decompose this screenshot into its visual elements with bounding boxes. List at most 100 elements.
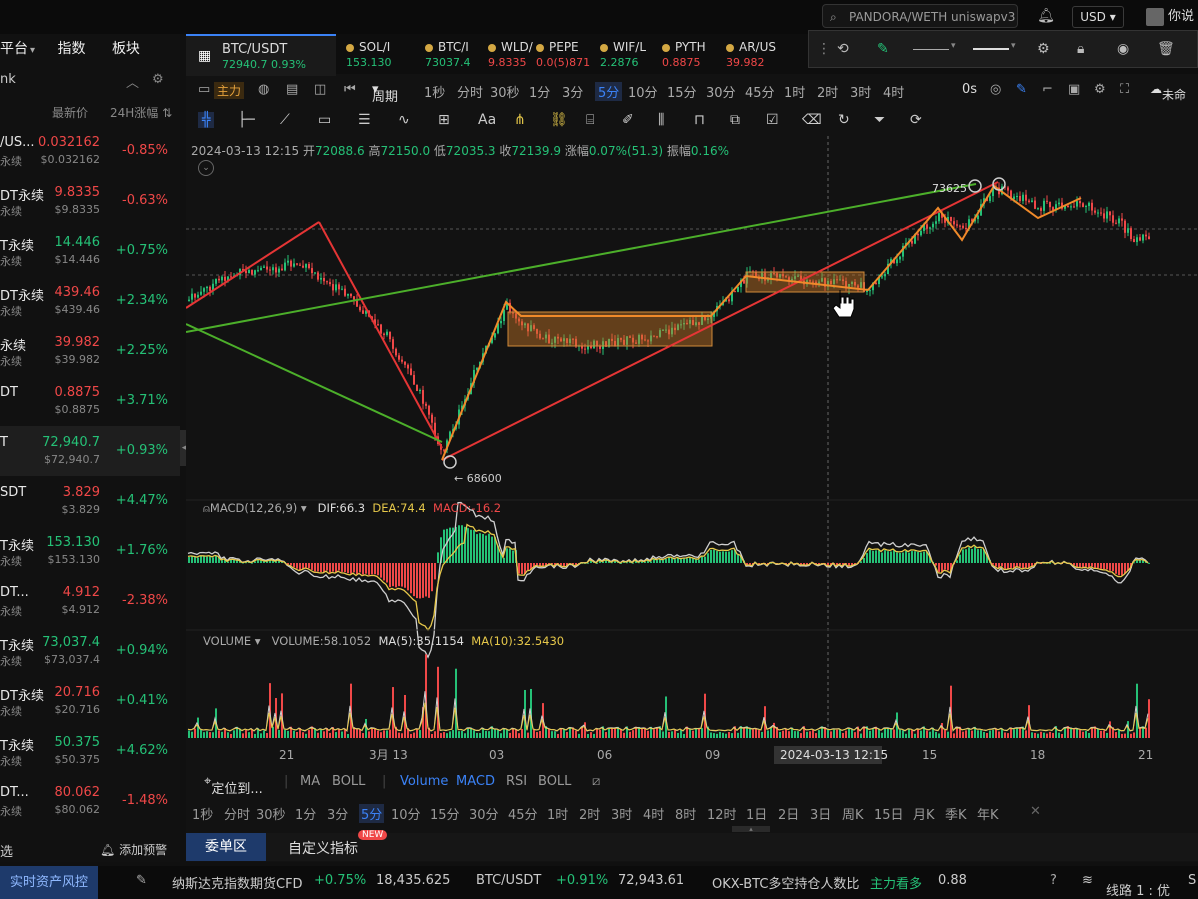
bottom-period-option[interactable]: 30秒 bbox=[256, 804, 286, 823]
market-row[interactable]: 永续 永续 39.982 $39.982 +2.25% bbox=[0, 326, 180, 376]
market-row[interactable]: SDT 3.829 $3.829 +4.47% bbox=[0, 476, 180, 526]
symbol-tab-sol[interactable]: SOL/I 153.130 bbox=[346, 34, 426, 74]
trend-line-tool-icon[interactable]: ⟋ bbox=[280, 112, 290, 128]
symbol-tab-wif[interactable]: WIF/L 2.2876 bbox=[600, 34, 660, 74]
symbol-tab-pyth[interactable]: PYTH 0.8875 bbox=[662, 34, 722, 74]
delete-drawings-icon[interactable]: ⌫ bbox=[802, 112, 822, 128]
currency-select[interactable]: USD ▾ bbox=[1072, 6, 1124, 28]
bottom-period-option[interactable]: 15分 bbox=[430, 804, 460, 823]
sync-icon[interactable]: ⟳ bbox=[910, 112, 922, 128]
wave-tool-icon[interactable]: ∿ bbox=[398, 112, 410, 128]
period-option[interactable]: 10分 bbox=[628, 82, 658, 101]
bottom-period-option[interactable]: 5分 bbox=[359, 804, 385, 823]
market-row[interactable]: DT永续 永续 9.8335 $9.8335 -0.63% bbox=[0, 176, 180, 226]
line-width-select[interactable] bbox=[973, 48, 1009, 50]
period-option[interactable]: 4时 bbox=[883, 82, 904, 101]
fib-tool-icon[interactable]: ☰ bbox=[358, 112, 371, 128]
bottom-period-option[interactable]: 10分 bbox=[391, 804, 421, 823]
col-change-header[interactable]: 24H涨幅 ⇅ bbox=[110, 104, 172, 121]
search-input[interactable]: ⌕ PANDORA/WETH uniswapv3 bbox=[822, 4, 1018, 28]
period-option[interactable]: 1秒 bbox=[424, 82, 445, 101]
symbol-tab-ar[interactable]: AR/US 39.982 bbox=[726, 34, 786, 74]
measure-tool-icon[interactable]: ⊞ bbox=[438, 112, 450, 128]
fullscreen-icon[interactable]: ⛶ bbox=[1120, 82, 1129, 97]
text-tool-icon[interactable]: Aa bbox=[478, 112, 496, 128]
bottom-period-option[interactable]: 8时 bbox=[675, 804, 696, 823]
col-price-header[interactable]: 最新价 bbox=[52, 104, 88, 121]
calendar-icon[interactable]: ▤ bbox=[286, 82, 298, 97]
drag-handle-icon[interactable]: ⋮ bbox=[817, 39, 831, 59]
period-option[interactable]: 45分 bbox=[745, 82, 775, 101]
symbol-tab-pepe[interactable]: PEPE 0.0(5)871 bbox=[536, 34, 596, 74]
indicator-macd[interactable]: MACD bbox=[456, 774, 495, 789]
period-option[interactable]: 1时 bbox=[784, 82, 805, 101]
bottom-period-option[interactable]: 15日 bbox=[874, 804, 904, 823]
ticker-item-name[interactable]: OKX-BTC多空持仓人数比 bbox=[712, 873, 859, 892]
bottom-period-option[interactable]: 季K bbox=[945, 804, 967, 823]
lock-drawings-icon[interactable]: ⊓ bbox=[694, 112, 705, 128]
help-icon[interactable]: ? bbox=[1050, 873, 1057, 888]
indicator-boll[interactable]: BOLL bbox=[332, 774, 365, 789]
indicator-icon[interactable]: ◍ bbox=[258, 82, 269, 97]
symbol-tab-btc[interactable]: BTC/I 73037.4 bbox=[425, 34, 485, 74]
bottom-period-option[interactable]: 3时 bbox=[611, 804, 632, 823]
edit-indicators-icon[interactable]: ⧄ bbox=[592, 774, 600, 789]
bottom-period-option[interactable]: 3日 bbox=[810, 804, 831, 823]
market-row[interactable]: T永续 永续 14.446 $14.446 +0.75% bbox=[0, 226, 180, 276]
user-menu[interactable]: 你说 bbox=[1146, 5, 1194, 26]
period-option[interactable]: 15分 bbox=[667, 82, 697, 101]
bottom-period-option[interactable]: 30分 bbox=[469, 804, 499, 823]
replay-icon[interactable]: ⏮ bbox=[344, 82, 356, 97]
resize-handle[interactable]: ▴ bbox=[732, 826, 770, 833]
main-force-button[interactable]: 主力 bbox=[214, 82, 245, 99]
rectangle-tool-icon[interactable]: ▭ bbox=[318, 112, 331, 128]
pencil-color-icon[interactable]: ✎ bbox=[877, 39, 889, 59]
ticker-item-name[interactable]: BTC/USDT bbox=[476, 873, 541, 888]
market-row[interactable]: T永续 永续 153.130 $153.130 +1.76% bbox=[0, 526, 180, 576]
tab-platform[interactable]: 平台 bbox=[0, 41, 28, 57]
filter-row[interactable]: nk ︿ ⚙ bbox=[0, 72, 180, 91]
indicator-boll-sub[interactable]: BOLL bbox=[538, 774, 571, 789]
eye-icon[interactable]: ◉ bbox=[1117, 39, 1129, 59]
period-option[interactable]: 分时 bbox=[457, 82, 483, 101]
indicator-rsi[interactable]: RSI bbox=[506, 774, 527, 789]
market-row[interactable]: T永续 永续 50.375 $50.375 +4.62% bbox=[0, 726, 180, 776]
indicator-ma[interactable]: MA bbox=[300, 774, 320, 789]
period-dropdown[interactable]: 周期 ▾ bbox=[372, 82, 398, 105]
close-icon[interactable]: ✕ bbox=[1030, 804, 1041, 819]
market-row[interactable]: DT永续 永续 439.46 $439.46 +2.34% bbox=[0, 276, 180, 326]
magnet-icon[interactable]: ⋔ bbox=[514, 112, 526, 128]
period-option[interactable]: 3分 bbox=[562, 82, 583, 101]
green-trend-line[interactable] bbox=[186, 183, 977, 333]
bottom-period-option[interactable]: 4时 bbox=[643, 804, 664, 823]
market-row[interactable]: T永续 永续 73,037.4 $73,037.4 +0.94% bbox=[0, 626, 180, 676]
alert-add-icon[interactable]: ⌐ bbox=[1042, 82, 1053, 97]
market-row[interactable]: DT永续 永续 20.716 $20.716 +0.41% bbox=[0, 676, 180, 726]
market-row[interactable]: DT... 永续 4.912 $4.912 -2.38% bbox=[0, 576, 180, 626]
ruler-icon[interactable]: ⌸ bbox=[586, 112, 594, 128]
camera-icon[interactable]: ◎ bbox=[990, 82, 1001, 97]
period-option[interactable]: 30秒 bbox=[490, 82, 520, 101]
copy-icon[interactable]: ⧉ bbox=[730, 112, 740, 128]
period-option[interactable]: 3时 bbox=[850, 82, 871, 101]
note-icon[interactable]: ☑ bbox=[766, 112, 779, 128]
cloud-save-button[interactable]: ☁ 未命 bbox=[1150, 82, 1186, 102]
period-option[interactable]: 30分 bbox=[706, 82, 736, 101]
bell-icon[interactable]: 🔔︎ bbox=[1036, 6, 1056, 26]
locate-button[interactable]: ⌖ 定位到... bbox=[204, 774, 263, 797]
period-option[interactable]: 1分 bbox=[529, 82, 550, 101]
gear-icon[interactable]: ⚙ bbox=[152, 72, 164, 87]
lock-icon[interactable]: 🔒︎ bbox=[1077, 39, 1084, 59]
chart-settings-icon[interactable]: ⚙ bbox=[1094, 82, 1106, 97]
crosshair-tool-icon[interactable]: ╬ bbox=[198, 112, 215, 128]
bottom-period-option[interactable]: 周K bbox=[842, 804, 864, 823]
bottom-period-option[interactable]: 12时 bbox=[707, 804, 737, 823]
edit-icon[interactable]: ✎ bbox=[136, 873, 147, 888]
brush-icon[interactable]: ✐ bbox=[622, 112, 634, 128]
compare-icon[interactable]: ▣ bbox=[1068, 82, 1080, 97]
filter-icon[interactable]: ⏷ bbox=[874, 112, 885, 128]
macd-legend[interactable]: ⍝MACD(12,26,9) ▾ DIF:66.3 DEA:74.4 MACD:… bbox=[203, 501, 501, 516]
trash-icon[interactable]: 🗑︎ bbox=[1157, 39, 1175, 59]
ticker-item-name[interactable]: 纳斯达克指数期货CFD bbox=[172, 873, 303, 892]
horizontal-line-tool-icon[interactable]: ├─ bbox=[238, 112, 255, 128]
